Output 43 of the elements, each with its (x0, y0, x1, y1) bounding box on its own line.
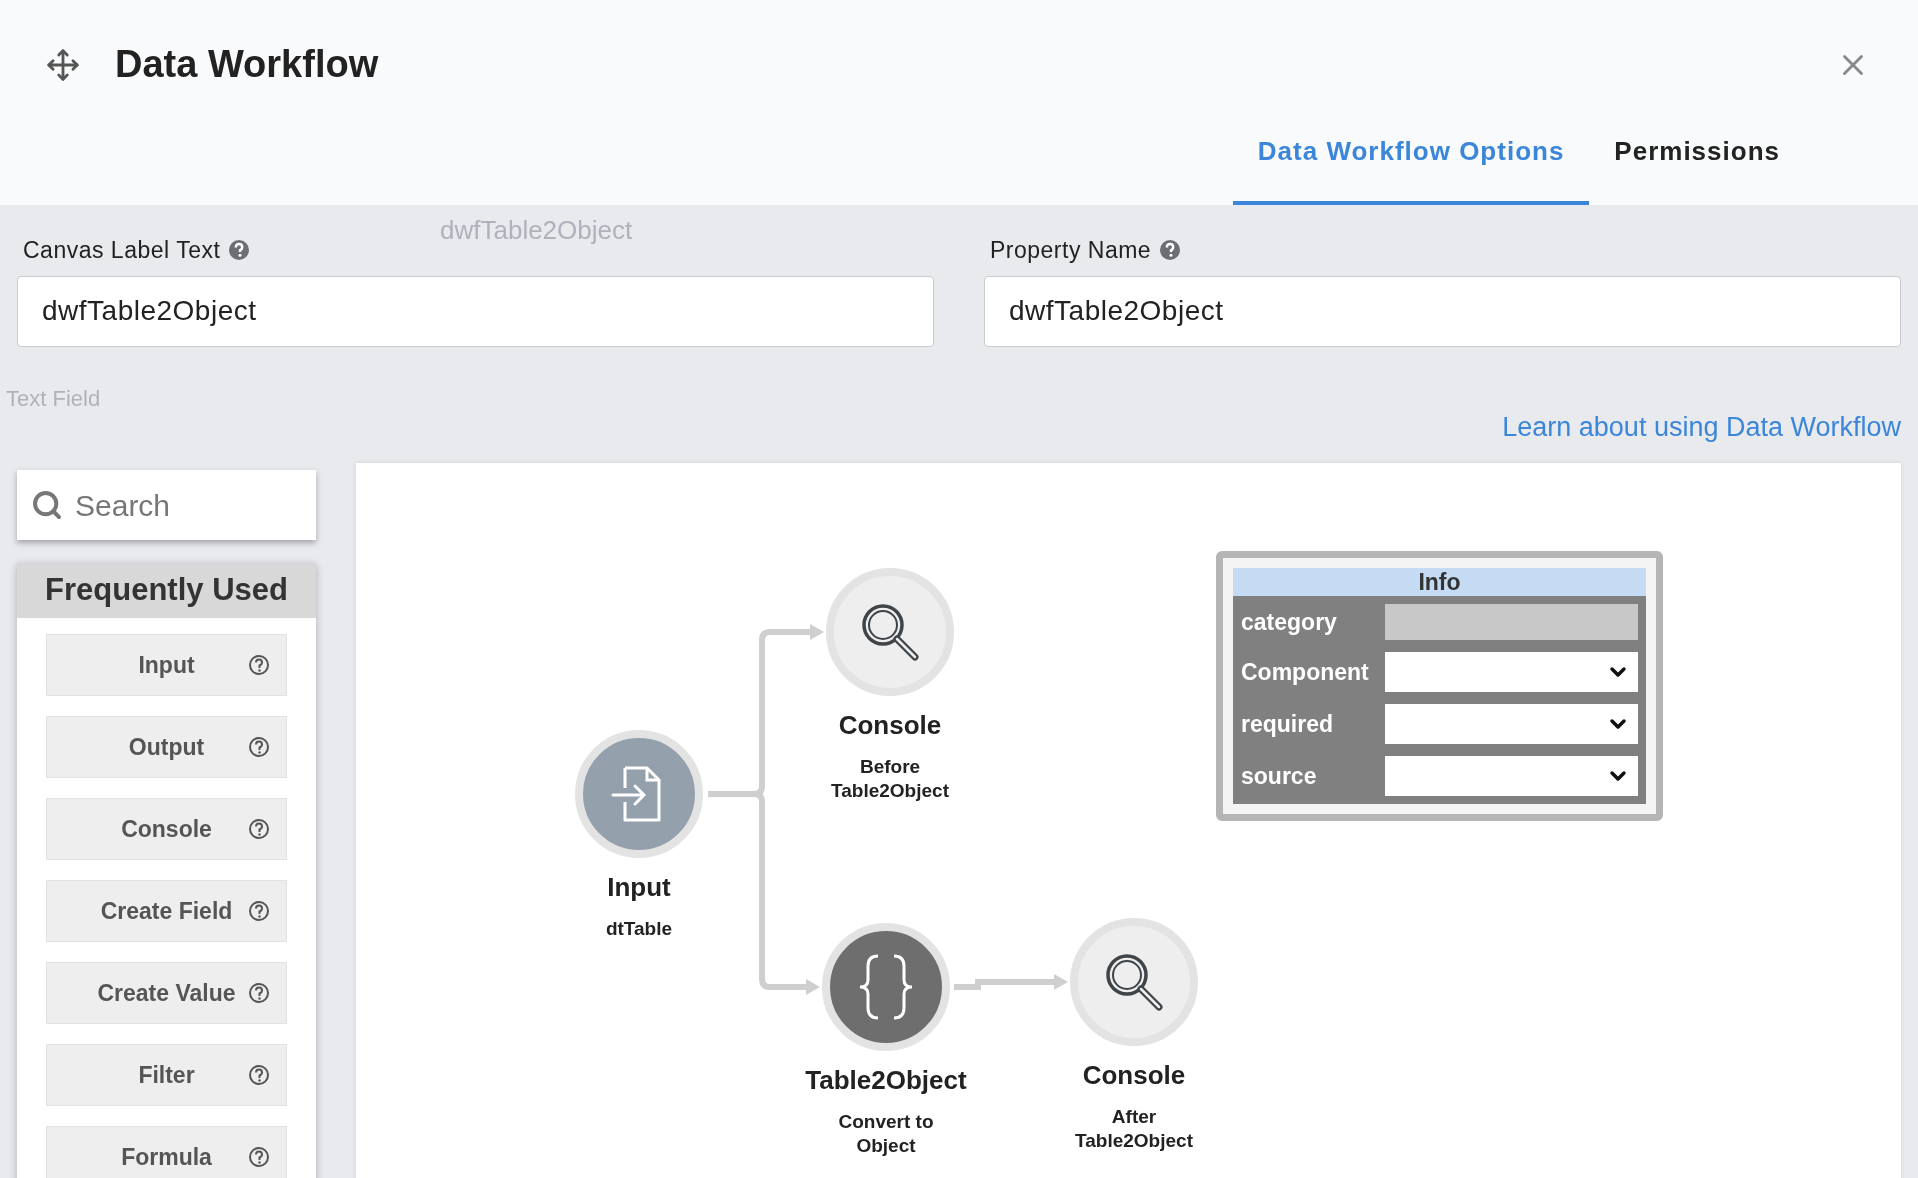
node-title: Console (1082, 1059, 1186, 1092)
help-icon[interactable] (248, 900, 270, 922)
search-field[interactable]: Search (17, 470, 316, 540)
palette-item[interactable]: Formula (46, 1126, 287, 1178)
node-subtitle: Before Table2Object (830, 755, 950, 803)
tab[interactable]: Permissions (1589, 126, 1805, 205)
help-icon[interactable] (1159, 239, 1182, 262)
node-title: Table2Object (805, 1064, 967, 1097)
move-icon[interactable] (46, 47, 80, 82)
help-icon[interactable] (248, 1146, 270, 1168)
palette-item[interactable]: Output (46, 716, 287, 778)
node-title: Input (607, 871, 671, 904)
info-label: category (1241, 607, 1338, 637)
info-header: Info (1233, 568, 1646, 596)
node-subtitle: dtTable (604, 917, 674, 941)
node-title: Console (838, 709, 942, 742)
palette-item[interactable]: Filter (46, 1044, 287, 1106)
tab[interactable]: Data Workflow Options (1232, 126, 1590, 205)
background-text: dwfTable2Object (440, 214, 633, 247)
search-icon (31, 489, 63, 521)
info-label: Component (1241, 657, 1370, 687)
background-text: Text Field (6, 385, 101, 413)
help-icon[interactable] (248, 654, 270, 676)
node-subtitle: After Table2Object (1074, 1105, 1194, 1153)
text-field[interactable]: dwfTable2Object (984, 275, 1901, 347)
help-icon[interactable] (228, 239, 251, 262)
help-icon[interactable] (248, 818, 270, 840)
palette-item[interactable]: Create Field (46, 880, 287, 942)
help-icon[interactable] (248, 1064, 270, 1086)
help-icon[interactable] (248, 982, 270, 1004)
help-icon[interactable] (248, 736, 270, 758)
info-label: source (1241, 761, 1318, 791)
text-field[interactable]: dwfTable2Object (17, 275, 934, 347)
node-subtitle: Convert to Object (837, 1110, 935, 1158)
palette-item[interactable]: Input (46, 634, 287, 696)
field-label: Canvas Label Text (23, 236, 221, 265)
palette-item[interactable]: Console (46, 798, 287, 860)
palette-header: Frequently Used (17, 563, 316, 618)
palette-item[interactable]: Create Value (46, 962, 287, 1024)
info-label: required (1241, 709, 1335, 739)
field-label: Property Name (990, 236, 1152, 265)
search-placeholder: Search (75, 487, 171, 524)
window-title: Data Workflow (115, 42, 379, 87)
